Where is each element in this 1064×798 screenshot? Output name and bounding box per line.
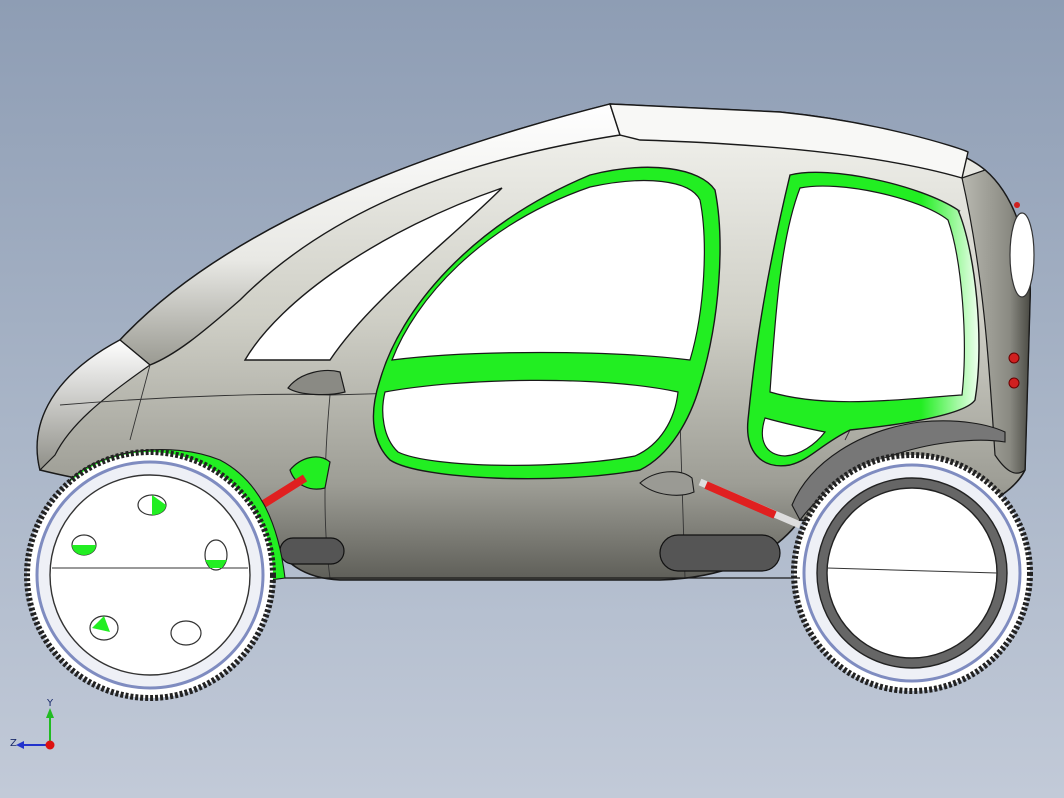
front-wheel [24,449,276,701]
rear-window-upper-glass [769,185,965,403]
rear-marker [1014,202,1020,208]
door-window-lower-glass [382,379,679,466]
rear-wheel [791,452,1033,694]
rear-reflector-2 [1008,377,1020,389]
z-axis-label: Z [10,738,17,749]
front-side-skirt-vent [279,537,345,565]
z-axis-arrow-icon [16,741,24,749]
x-axis-dot-icon [45,740,55,750]
y-axis-arrow-icon [46,708,54,718]
vehicle-model-view[interactable] [0,0,1064,798]
orientation-triad: Y Z [10,698,55,750]
rear-side-skirt-vent [659,534,781,572]
rear-reflector-1 [1008,352,1020,364]
y-axis-label: Y [46,698,54,709]
rear-lamp [1009,212,1035,298]
graphics-viewport[interactable]: Y Z [0,0,1064,798]
wheel-vent-5 [170,620,202,646]
